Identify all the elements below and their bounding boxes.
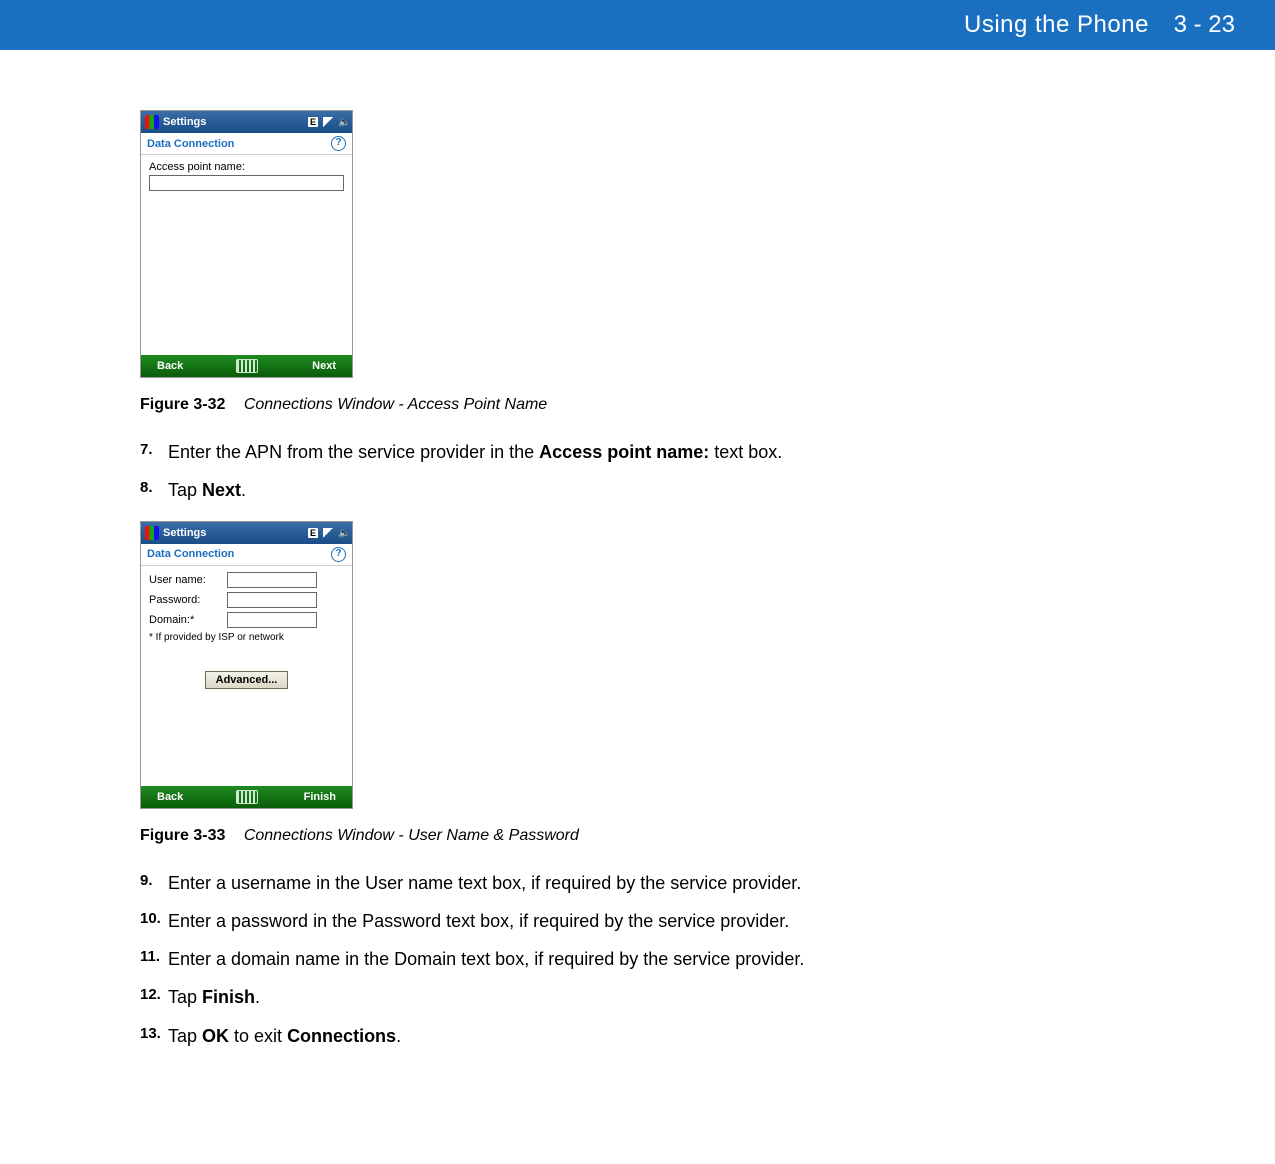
page-content: Settings E Data Connection ? Access poin… xyxy=(0,50,1140,1126)
figure-3-33-screenshot: Settings E Data Connection ? User name: … xyxy=(140,521,353,809)
subheader-title: Data Connection xyxy=(147,548,234,560)
figure-title: Connections Window - User Name & Passwor… xyxy=(244,827,579,844)
password-input[interactable] xyxy=(227,592,317,608)
password-label: Password: xyxy=(149,594,227,606)
network-e-badge: E xyxy=(308,117,318,127)
step-number: 11. xyxy=(140,947,168,971)
finish-button[interactable]: Finish xyxy=(304,791,336,803)
step-number: 8. xyxy=(140,478,168,502)
steps-9-13: 9. Enter a username in the User name tex… xyxy=(140,871,1140,1048)
step-number: 13. xyxy=(140,1024,168,1048)
start-flag-icon xyxy=(145,115,159,129)
step-8: 8. Tap Next. xyxy=(140,478,1140,502)
figure-label: Figure 3-33 xyxy=(140,827,225,844)
titlebar-text: Settings xyxy=(163,527,206,539)
phone-body: Access point name: xyxy=(141,155,352,355)
phone-subheader: Data Connection ? xyxy=(141,133,352,155)
back-button[interactable]: Back xyxy=(157,791,183,803)
step-12: 12. Tap Finish. xyxy=(140,985,1140,1009)
titlebar-text: Settings xyxy=(163,116,206,128)
phone-subheader: Data Connection ? xyxy=(141,544,352,566)
keyboard-icon[interactable] xyxy=(236,359,258,373)
speaker-icon xyxy=(338,528,348,538)
step-13: 13. Tap OK to exit Connections. xyxy=(140,1024,1140,1048)
figure-3-32-screenshot: Settings E Data Connection ? Access poin… xyxy=(140,110,353,378)
domain-footnote: * If provided by ISP or network xyxy=(149,632,344,643)
chapter-title: Using the Phone xyxy=(964,11,1149,38)
step-number: 10. xyxy=(140,909,168,933)
phone-titlebar: Settings E xyxy=(141,111,352,133)
figure-label: Figure 3-32 xyxy=(140,396,225,413)
step-11: 11. Enter a domain name in the Domain te… xyxy=(140,947,1140,971)
signal-icon xyxy=(323,528,333,538)
page-number: 3 - 23 xyxy=(1174,11,1235,38)
domain-label: Domain:* xyxy=(149,614,227,626)
help-icon[interactable]: ? xyxy=(331,547,346,562)
page-header: Using the Phone 3 - 23 xyxy=(0,0,1275,50)
back-button[interactable]: Back xyxy=(157,360,183,372)
subheader-title: Data Connection xyxy=(147,138,234,150)
next-button[interactable]: Next xyxy=(312,360,336,372)
speaker-icon xyxy=(338,117,348,127)
signal-icon xyxy=(323,117,333,127)
figure-3-33-caption: Figure 3-33 Connections Window - User Na… xyxy=(140,827,1140,845)
figure-3-32-caption: Figure 3-32 Connections Window - Access … xyxy=(140,396,1140,414)
help-icon[interactable]: ? xyxy=(331,136,346,151)
step-number: 12. xyxy=(140,985,168,1009)
steps-7-8: 7. Enter the APN from the service provid… xyxy=(140,440,1140,503)
start-flag-icon xyxy=(145,526,159,540)
step-9: 9. Enter a username in the User name tex… xyxy=(140,871,1140,895)
step-7: 7. Enter the APN from the service provid… xyxy=(140,440,1140,464)
username-label: User name: xyxy=(149,574,227,586)
phone-body: User name: Password: Domain:* * If provi… xyxy=(141,566,352,786)
step-10: 10. Enter a password in the Password tex… xyxy=(140,909,1140,933)
softkey-bar: Back Finish xyxy=(141,786,352,808)
step-number: 9. xyxy=(140,871,168,895)
username-input[interactable] xyxy=(227,572,317,588)
figure-title: Connections Window - Access Point Name xyxy=(244,396,547,413)
network-e-badge: E xyxy=(308,528,318,538)
domain-input[interactable] xyxy=(227,612,317,628)
step-number: 7. xyxy=(140,440,168,464)
phone-titlebar: Settings E xyxy=(141,522,352,544)
keyboard-icon[interactable] xyxy=(236,790,258,804)
advanced-button[interactable]: Advanced... xyxy=(205,671,289,689)
softkey-bar: Back Next xyxy=(141,355,352,377)
apn-input[interactable] xyxy=(149,175,344,191)
apn-label: Access point name: xyxy=(149,161,344,173)
